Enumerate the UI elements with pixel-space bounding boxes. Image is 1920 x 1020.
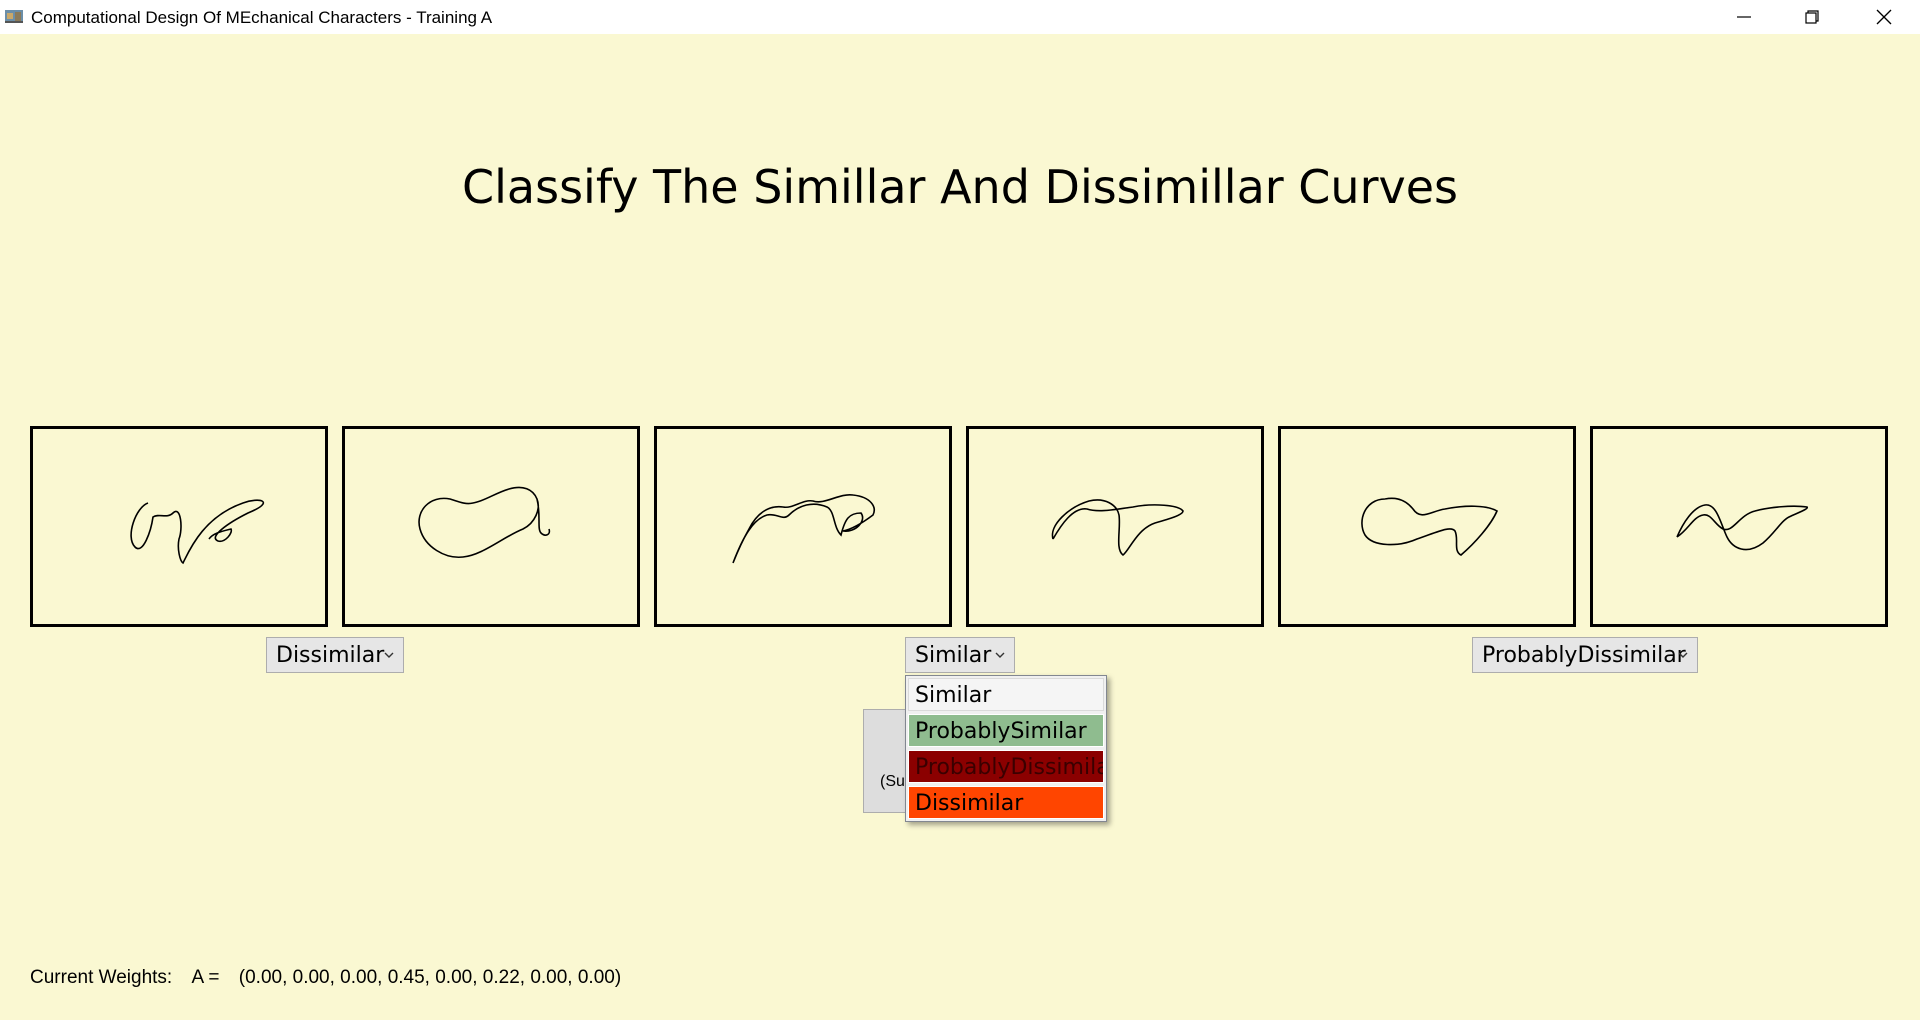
weights-label: Current Weights: [30,967,173,988]
page-title: Classify The Simillar And Dissimillar Cu… [462,160,1458,214]
curve-panel-4 [966,426,1264,627]
minimize-button[interactable] [1710,0,1778,34]
curve-panel-5 [1278,426,1576,627]
curve-4-icon [1051,499,1184,556]
curve-2-icon [418,486,551,558]
curve-panel-1 [30,426,328,627]
restore-icon [1805,10,1819,24]
curve-3-icon [732,494,875,564]
curve-panel-2 [342,426,640,627]
classifier-combo-1[interactable]: Dissimilar [266,637,404,673]
minimize-icon [1737,16,1751,18]
dropdown-option-similar[interactable]: Similar [908,678,1104,711]
submit-button-label: (Su [880,773,905,790]
weights-values: (0.00, 0.00, 0.00, 0.45, 0.00, 0.22, 0.0… [238,967,622,988]
classifier-combo-3[interactable]: ProbablyDissimilar [1472,637,1698,673]
chevron-down-icon [384,652,394,658]
dropdown-option-dissimilar[interactable]: Dissimilar [908,786,1104,819]
current-weights: Current Weights: A = (0.00, 0.00, 0.00, … [30,967,621,989]
classifier-dropdown-list: Similar ProbablySimilar ProbablyDissimil… [905,675,1107,822]
title-bar: Computational Design Of MEchanical Chara… [0,0,1920,34]
curve-panel-6 [1590,426,1888,627]
curve-6-icon [1676,504,1808,551]
chevron-down-icon [995,652,1005,658]
combo-selected-value: Similar [915,642,992,668]
classifier-combo-2[interactable]: Similar [905,637,1015,673]
restore-button[interactable] [1778,0,1846,34]
window-title: Computational Design Of MEchanical Chara… [31,8,493,27]
curve-1-icon [130,499,264,565]
dropdown-option-probably-similar[interactable]: ProbablySimilar [908,714,1104,747]
combo-selected-value: Dissimilar [276,642,385,668]
chevron-down-icon [1678,652,1688,658]
curve-5-icon [1361,497,1499,556]
curve-panel-3 [654,426,952,627]
weights-variable: A = [191,967,220,988]
dropdown-option-probably-dissimilar[interactable]: ProbablyDissimilar [908,750,1104,783]
app-icon [5,10,23,23]
close-icon [1876,9,1892,25]
close-button[interactable] [1850,0,1918,34]
combo-selected-value: ProbablyDissimilar [1482,642,1686,668]
